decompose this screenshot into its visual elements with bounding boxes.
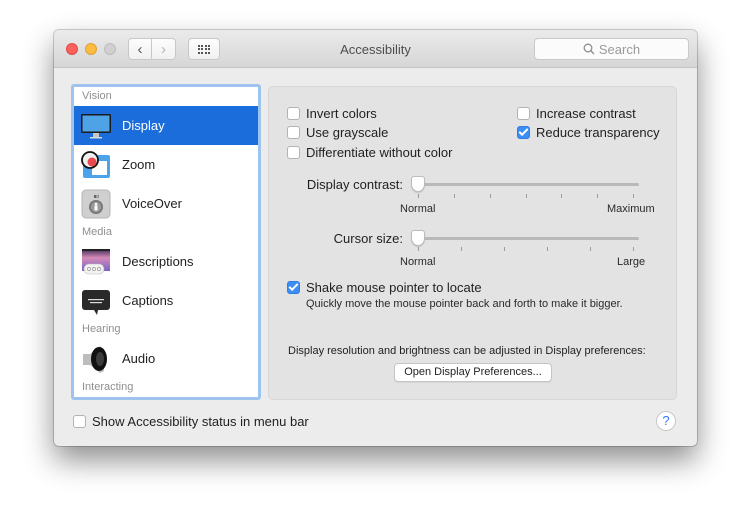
sidebar-item-label: Captions [122, 293, 174, 308]
audio-icon [80, 343, 112, 375]
cursor-size-min-label: Normal [400, 256, 436, 268]
slider-tick [633, 194, 634, 198]
reduce-transparency-checkbox[interactable]: Reduce transparency [517, 125, 660, 140]
shake-mouse-pointer-checkbox[interactable]: Shake mouse pointer to locate [287, 280, 482, 295]
accessibility-window: ‹ › Accessibility Search Vision Display … [54, 30, 697, 446]
category-sidebar[interactable]: Vision Display Zoom VoiceOver Media Desc… [71, 84, 261, 400]
show-accessibility-status-checkbox[interactable]: Show Accessibility status in menu bar [73, 414, 309, 429]
checkbox-label: Differentiate without color [306, 145, 453, 160]
sidebar-item-descriptions[interactable]: Descriptions [74, 242, 258, 281]
shake-pointer-hint: Quickly move the mouse pointer back and … [306, 298, 623, 310]
help-icon: ? [662, 413, 670, 428]
display-settings-panel: Invert colors Use grayscale Differentiat… [268, 86, 677, 400]
slider-tick [547, 247, 548, 251]
sidebar-item-captions[interactable]: Captions [74, 281, 258, 320]
sidebar-item-label: Descriptions [122, 254, 194, 269]
search-field[interactable]: Search [534, 38, 689, 60]
checkbox-label: Shake mouse pointer to locate [306, 280, 482, 295]
sidebar-item-voiceover[interactable]: VoiceOver [74, 184, 258, 223]
slider-tick [561, 194, 563, 198]
search-icon [583, 43, 595, 55]
checkbox-box[interactable] [517, 126, 530, 139]
display-contrast-slider-knob[interactable] [411, 176, 425, 192]
increase-contrast-checkbox[interactable]: Increase contrast [517, 106, 636, 121]
cursor-size-label: Cursor size: [333, 231, 403, 246]
section-header-vision: Vision [82, 90, 112, 102]
checkbox-box[interactable] [287, 281, 300, 294]
slider-tick [525, 194, 527, 198]
voiceover-icon [80, 188, 112, 220]
cursor-size-slider-knob[interactable] [411, 230, 425, 246]
slider-tick [504, 247, 505, 251]
help-button[interactable]: ? [656, 411, 676, 431]
use-grayscale-checkbox[interactable]: Use grayscale [287, 125, 388, 140]
checkbox-box[interactable] [287, 126, 300, 139]
display-icon [80, 110, 112, 142]
checkbox-box[interactable] [517, 107, 530, 120]
sidebar-item-zoom[interactable]: Zoom [74, 145, 258, 184]
checkbox-label: Invert colors [306, 106, 377, 121]
display-contrast-max-label: Maximum [607, 203, 655, 215]
display-contrast-label: Display contrast: [306, 177, 403, 192]
differentiate-without-color-checkbox[interactable]: Differentiate without color [287, 145, 452, 160]
descriptions-icon [80, 246, 112, 278]
slider-tick [590, 247, 591, 251]
slider-tick [418, 194, 419, 198]
sidebar-item-label: Display [122, 118, 165, 133]
title-bar: ‹ › Accessibility Search [54, 30, 697, 68]
captions-icon [80, 285, 112, 317]
checkbox-box[interactable] [287, 146, 300, 159]
sidebar-item-audio[interactable]: Audio [74, 339, 258, 378]
sidebar-item-label: VoiceOver [122, 196, 182, 211]
cursor-size-track[interactable] [411, 237, 639, 240]
sidebar-item-label: Audio [122, 351, 156, 366]
slider-tick [597, 194, 599, 198]
slider-tick [489, 194, 491, 198]
checkbox-box[interactable] [73, 415, 86, 428]
section-header-media: Media [82, 226, 112, 238]
search-placeholder: Search [598, 41, 641, 57]
checkbox-box[interactable] [287, 107, 300, 120]
display-contrast-min-label: Normal [400, 203, 436, 215]
sidebar-item-label: Zoom [122, 157, 156, 172]
checkbox-label: Use grayscale [306, 125, 389, 140]
open-display-preferences-button[interactable]: Open Display Preferences... [394, 363, 552, 382]
checkbox-label: Increase contrast [536, 106, 636, 121]
sidebar-item-display[interactable]: Display [74, 106, 258, 145]
section-header-hearing: Hearing [82, 323, 121, 335]
section-header-interacting: Interacting [82, 381, 134, 393]
slider-tick [453, 194, 455, 198]
resolution-note: Display resolution and brightness can be… [288, 345, 646, 357]
display-contrast-track[interactable] [411, 183, 639, 186]
checkbox-label: Show Accessibility status in menu bar [92, 414, 309, 429]
slider-tick [633, 247, 634, 251]
slider-tick [461, 247, 462, 251]
slider-tick [418, 247, 419, 251]
invert-colors-checkbox[interactable]: Invert colors [287, 106, 377, 121]
checkbox-label: Reduce transparency [536, 125, 660, 140]
zoom-icon [80, 149, 112, 181]
cursor-size-max-label: Large [617, 256, 646, 268]
